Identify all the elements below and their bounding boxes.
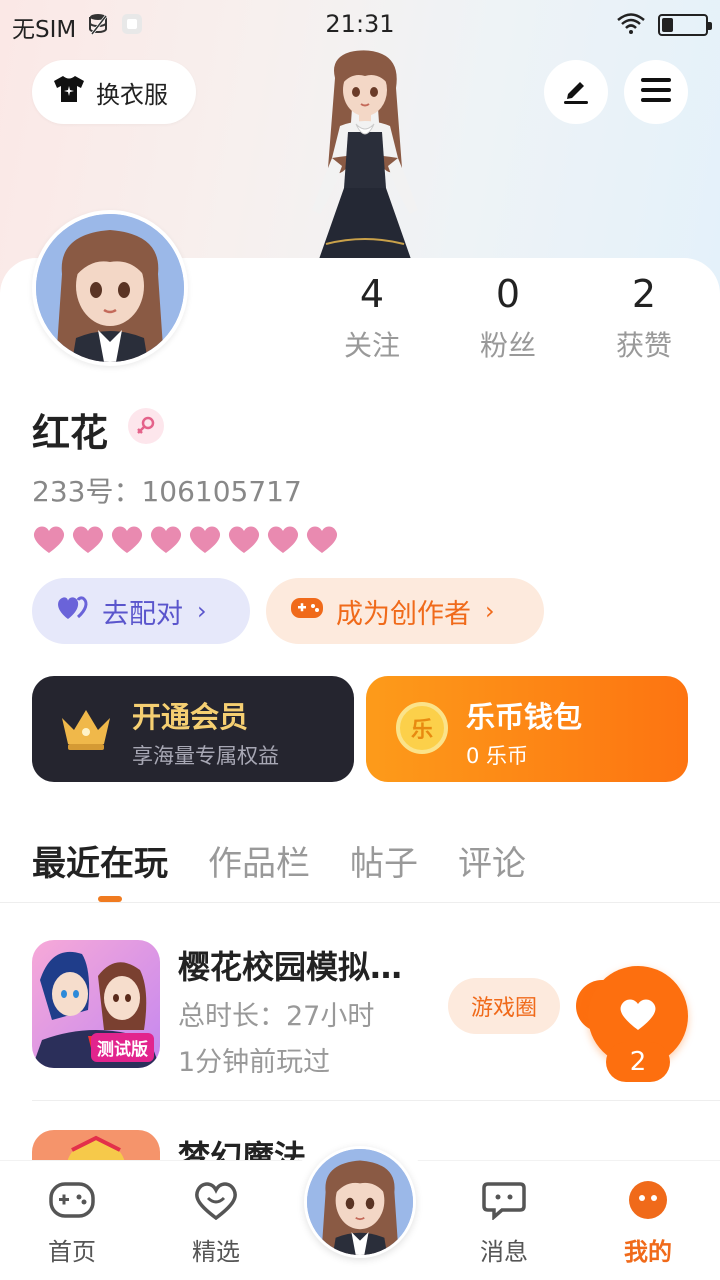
heart-level-icon: [71, 524, 105, 558]
heart-icon: [618, 996, 658, 1036]
tab-comments[interactable]: 评论: [458, 836, 526, 885]
female-gender-icon: [128, 408, 164, 444]
stat-followers[interactable]: 0 粉丝: [448, 270, 568, 364]
game-name: 樱花校园模拟…: [178, 948, 403, 986]
gamepad-icon: [48, 1182, 96, 1224]
status-right: [616, 12, 712, 38]
vip-membership-card[interactable]: 开通会员 享海量专属权益: [32, 676, 354, 782]
gamepad-icon: [290, 594, 324, 629]
nav-messages[interactable]: 消息: [456, 1180, 552, 1267]
tab-posts[interactable]: 帖子: [350, 836, 418, 885]
heart-level-icon: [188, 524, 222, 558]
chat-bubble-icon: [480, 1182, 528, 1224]
following-label: 关注: [343, 329, 400, 362]
go-pair-label: 去配对: [102, 598, 183, 630]
edit-profile-button[interactable]: [544, 60, 608, 124]
coin-wallet-card[interactable]: 乐 乐币钱包 0 乐币: [366, 676, 688, 782]
tab-works[interactable]: 作品栏: [208, 836, 310, 885]
heart-level-icon: [266, 524, 300, 558]
coin-icon: 乐: [396, 702, 448, 754]
become-creator-label: 成为创作者: [336, 598, 471, 630]
battery-level: [662, 18, 673, 32]
status-bar: 无SIM 21:31: [0, 0, 720, 50]
nav-featured[interactable]: 精选: [168, 1180, 264, 1267]
nav-home-label: 首页: [48, 1238, 96, 1266]
vip-subtitle: 享海量专属权益: [132, 744, 279, 768]
list-divider: [32, 1100, 720, 1101]
heart-pair-icon: [56, 595, 90, 628]
wifi-icon: [616, 12, 646, 38]
stat-following[interactable]: 4 关注: [312, 270, 432, 364]
stat-likes[interactable]: 2 获赞: [584, 270, 704, 364]
test-version-badge: 测试版: [91, 1033, 154, 1062]
vip-title: 开通会员: [132, 700, 249, 734]
tabs-divider: [0, 902, 720, 903]
nav-me-label: 我的: [624, 1238, 672, 1266]
heart-chat-icon: [192, 1182, 240, 1224]
heart-level-icon: [227, 524, 261, 558]
wallet-balance: 0 乐币: [466, 744, 529, 768]
go-pair-button[interactable]: 去配对 ›: [32, 578, 250, 644]
nav-home[interactable]: 首页: [24, 1180, 120, 1267]
game-icon-sakura-school[interactable]: 测试版: [32, 940, 160, 1068]
followers-label: 粉丝: [479, 329, 536, 362]
heart-level-icon: [110, 524, 144, 558]
pencil-icon: [560, 74, 592, 110]
followers-count: 0: [495, 272, 521, 316]
heart-level-icon: [149, 524, 183, 558]
nav-featured-label: 精选: [192, 1238, 240, 1266]
game-last-played: 1分钟前玩过: [178, 1047, 331, 1078]
likes-label: 获赞: [615, 329, 672, 362]
shirt-icon: [52, 74, 86, 110]
profile-avatar[interactable]: [32, 210, 188, 366]
wallet-title: 乐币钱包: [466, 700, 583, 734]
avatar-character-figure[interactable]: [290, 48, 440, 262]
level-hearts: [32, 524, 339, 558]
change-outfit-label: 换衣服: [96, 80, 168, 109]
coin-glyph: 乐: [410, 718, 433, 743]
game-circle-button[interactable]: 游戏圈: [448, 978, 560, 1034]
menu-button[interactable]: [624, 60, 688, 124]
likes-count: 2: [631, 272, 657, 316]
nav-center-avatar[interactable]: [304, 1146, 416, 1258]
game-play-duration: 总时长：27小时: [178, 1001, 375, 1032]
user-id: 233号：106105717: [32, 475, 302, 508]
become-creator-button[interactable]: 成为创作者 ›: [266, 578, 544, 644]
change-outfit-button[interactable]: 换衣服: [32, 60, 196, 124]
profile-face-icon: [624, 1181, 672, 1224]
content-tabs: 最近在玩 作品栏 帖子 评论: [32, 836, 566, 885]
nav-me[interactable]: 我的: [600, 1180, 696, 1267]
chevron-right-icon: ›: [197, 597, 207, 625]
crown-icon: [58, 704, 114, 756]
menu-icon: [640, 76, 672, 108]
following-count: 4: [359, 272, 385, 316]
profile-name: 红花: [32, 411, 109, 455]
chevron-right-icon: ›: [485, 597, 495, 625]
tab-recently-played[interactable]: 最近在玩: [32, 836, 168, 885]
status-time: 21:31: [325, 10, 395, 38]
nav-messages-label: 消息: [480, 1238, 528, 1266]
heart-level-icon: [32, 524, 66, 558]
heart-level-icon: [305, 524, 339, 558]
battery-icon: [658, 14, 712, 36]
favorite-count-badge: 2: [606, 1042, 670, 1082]
